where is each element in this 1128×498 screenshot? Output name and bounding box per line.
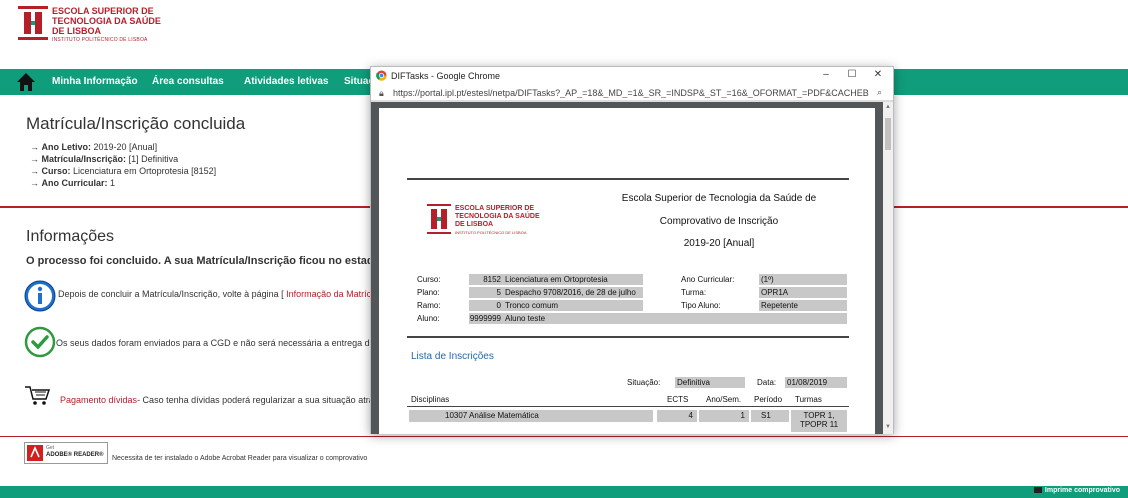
school-logo[interactable]: ESCOLA SUPERIOR DE TECNOLOGIA DA SAÚDE D… <box>18 6 161 43</box>
maximize-button[interactable]: ☐ <box>843 69 861 80</box>
adobe-notice: Necessita de ter instalado o Adobe Acrob… <box>112 455 368 462</box>
pdf-tipo-label: Tipo Aluno: <box>681 301 721 310</box>
pdf-tipo-val: Repetente <box>759 300 847 311</box>
col-periodo: Período <box>754 395 783 404</box>
section-title-informacoes: Informações <box>26 228 115 245</box>
pdf-ano-val: (1º) <box>759 274 847 285</box>
pdf-data-label: Data: <box>757 378 777 387</box>
pdf-aluno-num: 9999999 <box>469 313 503 324</box>
row-cgd-text: Os seus dados foram enviados para a CGD … <box>56 338 390 348</box>
nav-minha-informacao[interactable]: Minha Informação <box>52 76 138 87</box>
col-turmas: Turmas <box>795 395 822 404</box>
pdf-aluno-val: Aluno teste <box>503 313 847 324</box>
pdf-ramo-num: 0 <box>469 300 503 311</box>
pdf-mid-rule <box>407 336 849 338</box>
pdf-page: ESCOLA SUPERIOR DE TECNOLOGIA DA SAÚDE D… <box>379 108 875 434</box>
pdf-plano-num: 5 <box>469 287 503 298</box>
row-ects: 4 <box>657 410 697 422</box>
scroll-down-icon[interactable]: ▼ <box>885 424 891 430</box>
adobe-reader-badge[interactable]: Get ADOBE® READER® <box>24 442 108 464</box>
lock-icon: 🔒︎ <box>379 88 384 98</box>
logo-mark-icon <box>18 6 48 40</box>
info-icon <box>24 280 56 312</box>
adobe-icon <box>27 445 43 461</box>
check-icon <box>24 326 56 358</box>
chrome-popup-window[interactable]: DIFTasks - Google Chrome – ☐ ✕ 🔒︎ https:… <box>370 66 894 434</box>
page-title: Matrícula/Inscrição concluida <box>26 114 246 133</box>
minimize-button[interactable]: – <box>817 69 835 80</box>
pdf-ramo-label: Ramo: <box>417 301 441 310</box>
pdf-situacao-label: Situação: <box>627 378 661 387</box>
nav-area-consultas[interactable]: Área consultas <box>152 76 224 87</box>
popup-titlebar[interactable]: DIFTasks - Google Chrome – ☐ ✕ <box>371 67 893 85</box>
popup-url[interactable]: https://portal.ipl.pt/estesl/netpa/DIFTa… <box>393 88 869 98</box>
scroll-up-icon[interactable]: ▲ <box>885 104 891 110</box>
nav-atividades-letivas[interactable]: Atividades letivas <box>244 76 328 87</box>
logo-line-2: TECNOLOGIA DA SAÚDE <box>52 16 161 26</box>
row-periodo: S1 <box>751 410 789 422</box>
info-ano-letivo: → Ano Letivo: 2019-20 [Anual] <box>30 142 158 152</box>
pdf-data-val: 01/08/2019 <box>785 377 847 388</box>
address-bar[interactable]: 🔒︎ https://portal.ipl.pt/estesl/netpa/DI… <box>371 85 893 101</box>
popup-title: DIFTasks - Google Chrome <box>391 71 501 81</box>
pdf-ano-label: Ano Curricular: <box>681 275 735 284</box>
pdf-lista-title: Lista de Inscrições <box>411 351 494 362</box>
bottom-divider <box>0 436 1128 437</box>
close-button[interactable]: ✕ <box>869 69 887 80</box>
row-name: Análise Matemática <box>469 411 539 420</box>
home-icon[interactable] <box>16 71 36 93</box>
pdf-turma-val: OPR1A <box>759 287 847 298</box>
pdf-situacao-val: Definitiva <box>675 377 745 388</box>
status-line: O processo foi concluido. A sua Matrícul… <box>26 255 398 267</box>
pdf-plano-val: Despacho 9708/2016, de 28 de julho <box>503 287 643 298</box>
pdf-curso-val: Licenciatura em Ortoprotesia <box>503 274 643 285</box>
logo-subtitle: INSTITUTO POLITÉCNICO DE LISBOA <box>52 37 148 43</box>
logo-line-1: ESCOLA SUPERIOR DE <box>52 6 154 16</box>
adobe-name-label: ADOBE® READER® <box>46 452 104 458</box>
print-receipt-button[interactable]: Imprime comprovativo <box>1033 487 1120 494</box>
row-ano: 1 <box>699 410 749 422</box>
row-code: 10307 <box>445 411 468 420</box>
scroll-thumb[interactable] <box>885 118 891 150</box>
row-pagamento: Pagamento dívidas- Caso tenha dívidas po… <box>60 395 396 405</box>
pdf-curso-label: Curso: <box>417 275 441 284</box>
col-disciplinas: Disciplinas <box>411 395 450 404</box>
chrome-icon <box>376 70 387 81</box>
pdf-curso-num: 8152 <box>469 274 503 285</box>
info-matricula: → Matrícula/Inscrição: [1] Definitiva <box>30 154 179 164</box>
row-turmas: TOPR 1, TPOPR 11 <box>791 410 847 432</box>
col-ects: ECTS <box>667 395 689 404</box>
zoom-icon[interactable]: ⌕ <box>877 87 882 98</box>
pdf-logo-icon <box>427 204 451 234</box>
pdf-header-year: 2019-20 [Anual] <box>683 238 755 249</box>
pdf-turma-label: Turma: <box>681 288 707 297</box>
shopping-cart-icon <box>25 386 51 405</box>
pagamento-dividas-link[interactable]: Pagamento dívidas <box>60 395 137 405</box>
pdf-ramo-val: Tronco comum <box>503 300 643 311</box>
footer-bar: Imprime comprovativo <box>0 486 1128 498</box>
logo-line-3: DE LISBOA <box>52 26 102 36</box>
printer-icon <box>1033 487 1042 494</box>
pdf-header-school: Escola Superior de Tecnologia da Saúde d… <box>621 193 817 204</box>
pdf-aluno-label: Aluno: <box>417 314 440 323</box>
pdf-header-title: Comprovativo de Inscrição <box>659 216 779 227</box>
pdf-top-rule <box>407 178 849 180</box>
pdf-plano-label: Plano: <box>417 288 440 297</box>
pdf-table-rule <box>407 406 849 407</box>
info-ano-curricular: → Ano Curricular: 1 <box>30 178 116 188</box>
info-curso: → Curso: Licenciatura em Ortoprotesia [8… <box>30 166 217 176</box>
pdf-viewer: ESCOLA SUPERIOR DE TECNOLOGIA DA SAÚDE D… <box>371 102 883 434</box>
row-info-text: Depois de concluir a Matrícula/Inscrição… <box>58 289 394 299</box>
col-ano-sem: Ano/Sem. <box>706 395 742 404</box>
popup-scrollbar[interactable]: ▲ ▼ <box>883 102 893 434</box>
pdf-logo-text: ESCOLA SUPERIOR DE TECNOLOGIA DA SAÚDE D… <box>455 205 540 235</box>
adobe-get-label: Get <box>46 445 55 451</box>
